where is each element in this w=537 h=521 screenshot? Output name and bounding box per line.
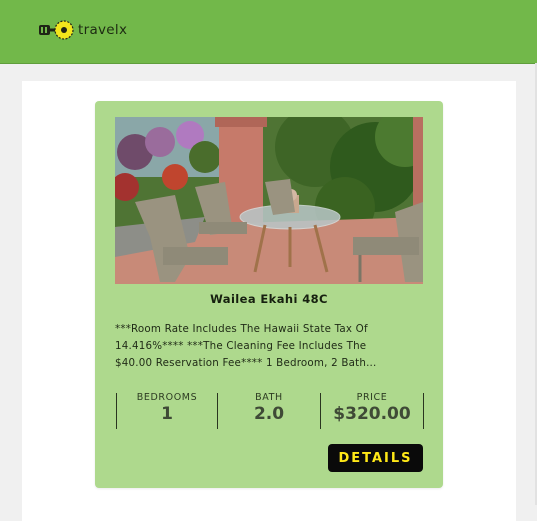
stat-bedrooms-label: BEDROOMS <box>136 392 198 403</box>
details-button[interactable]: DETAILS <box>328 444 423 472</box>
key-logo-icon <box>39 20 74 40</box>
stat-bedrooms-value: 1 <box>161 404 173 424</box>
stat-price-value: $320.00 <box>333 404 411 424</box>
brand-name: travelx <box>78 22 128 38</box>
listing-card: Wailea Ekahi 48C ***Room Rate Includes T… <box>95 101 443 488</box>
stat-bath-value: 2.0 <box>253 404 285 424</box>
listing-title[interactable]: Wailea Ekahi 48C <box>95 292 443 306</box>
stat-bedrooms: BEDROOMS 1 <box>117 392 217 430</box>
listing-description: ***Room Rate Includes The Hawaii State T… <box>115 323 377 369</box>
top-nav-bar: travelx <box>0 0 537 64</box>
listing-stats: BEDROOMS 1 BATH 2.0 PRICE $320.00 <box>115 392 425 430</box>
stat-bath: BATH 2.0 <box>218 392 320 430</box>
stat-bath-label: BATH <box>255 392 283 403</box>
stat-price: PRICE $320.00 <box>321 392 423 430</box>
stat-divider <box>423 393 424 429</box>
stat-price-label: PRICE <box>356 392 388 403</box>
brand-logo[interactable]: travelx <box>38 17 127 43</box>
listing-photo[interactable] <box>115 117 423 284</box>
patio-photo-image <box>115 117 423 284</box>
